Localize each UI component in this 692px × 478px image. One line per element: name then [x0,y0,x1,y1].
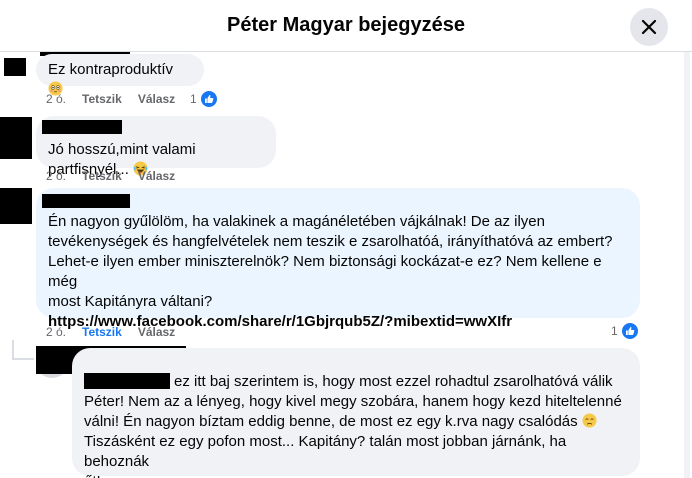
like-reaction-icon [620,322,639,340]
reply-thread-line [12,358,34,360]
comment-bubble: Én nagyon gyűlölöm, ha valakinek a magán… [36,188,640,330]
like-button[interactable]: Tetszik [82,92,122,106]
reply-thread-line [12,340,14,360]
avatar-redacted [0,188,32,224]
comment-actions: 2 ó. Tetszik Válasz [46,91,191,107]
avatar-redacted [0,117,32,159]
reaction-count-label: 1 [190,92,197,106]
reaction-count-label: 1 [611,324,618,338]
comment-time[interactable]: 2 ó. [46,92,66,106]
comment-text: Ez kontraproduktív [48,61,174,78]
reply-text-end: Tiszásként ez egy pofon most... Kapitány… [84,433,567,478]
close-icon [641,19,657,35]
reply-button[interactable]: Válasz [138,92,175,106]
reaction-count[interactable]: 1 [190,90,218,108]
comment-time[interactable]: 2 ó. [46,169,66,183]
like-reaction-icon [199,90,218,108]
dialog-header: Péter Magyar bejegyzése [0,0,692,52]
reaction-count[interactable]: 1 [611,322,639,340]
reply-button[interactable]: Válasz [138,169,175,183]
comment-time[interactable]: 2 ó. [46,325,66,339]
author-name-redacted [42,120,122,134]
comment-actions: 2 ó. Tetszik Válasz [46,168,191,184]
author-name-redacted [42,194,130,208]
comment-bubble: Jó hosszú,mint valami partfisnyél... [36,116,276,178]
comment-actions: 2 ó. Tetszik Válasz [46,324,191,340]
like-button[interactable]: Tetszik [82,169,122,183]
dialog-title: Péter Magyar bejegyzése [227,14,465,36]
reply-bubble: ez itt baj szerintem is, hogy most ezzel… [72,348,640,478]
comment-bubble: Ez kontraproduktív [36,54,204,96]
comment-text: Én nagyon gyűlölöm, ha valakinek a magán… [48,213,613,310]
scrollbar[interactable] [684,52,690,478]
reply-text-start: ez itt baj szerintem is, hogy most ezzel… [174,373,613,390]
disappointed-face-emoji [582,413,597,428]
reply-button[interactable]: Válasz [138,325,175,339]
avatar-redacted [4,58,26,76]
close-button[interactable] [630,8,668,46]
reply-text-middle: Péter! Nem az a lényeg, hogy kivel megy … [84,393,622,430]
mention-redacted [84,373,170,389]
like-button[interactable]: Tetszik [82,325,122,339]
reply-text-first-line: ez itt baj szerintem is, hogy most ezzel… [84,372,628,392]
